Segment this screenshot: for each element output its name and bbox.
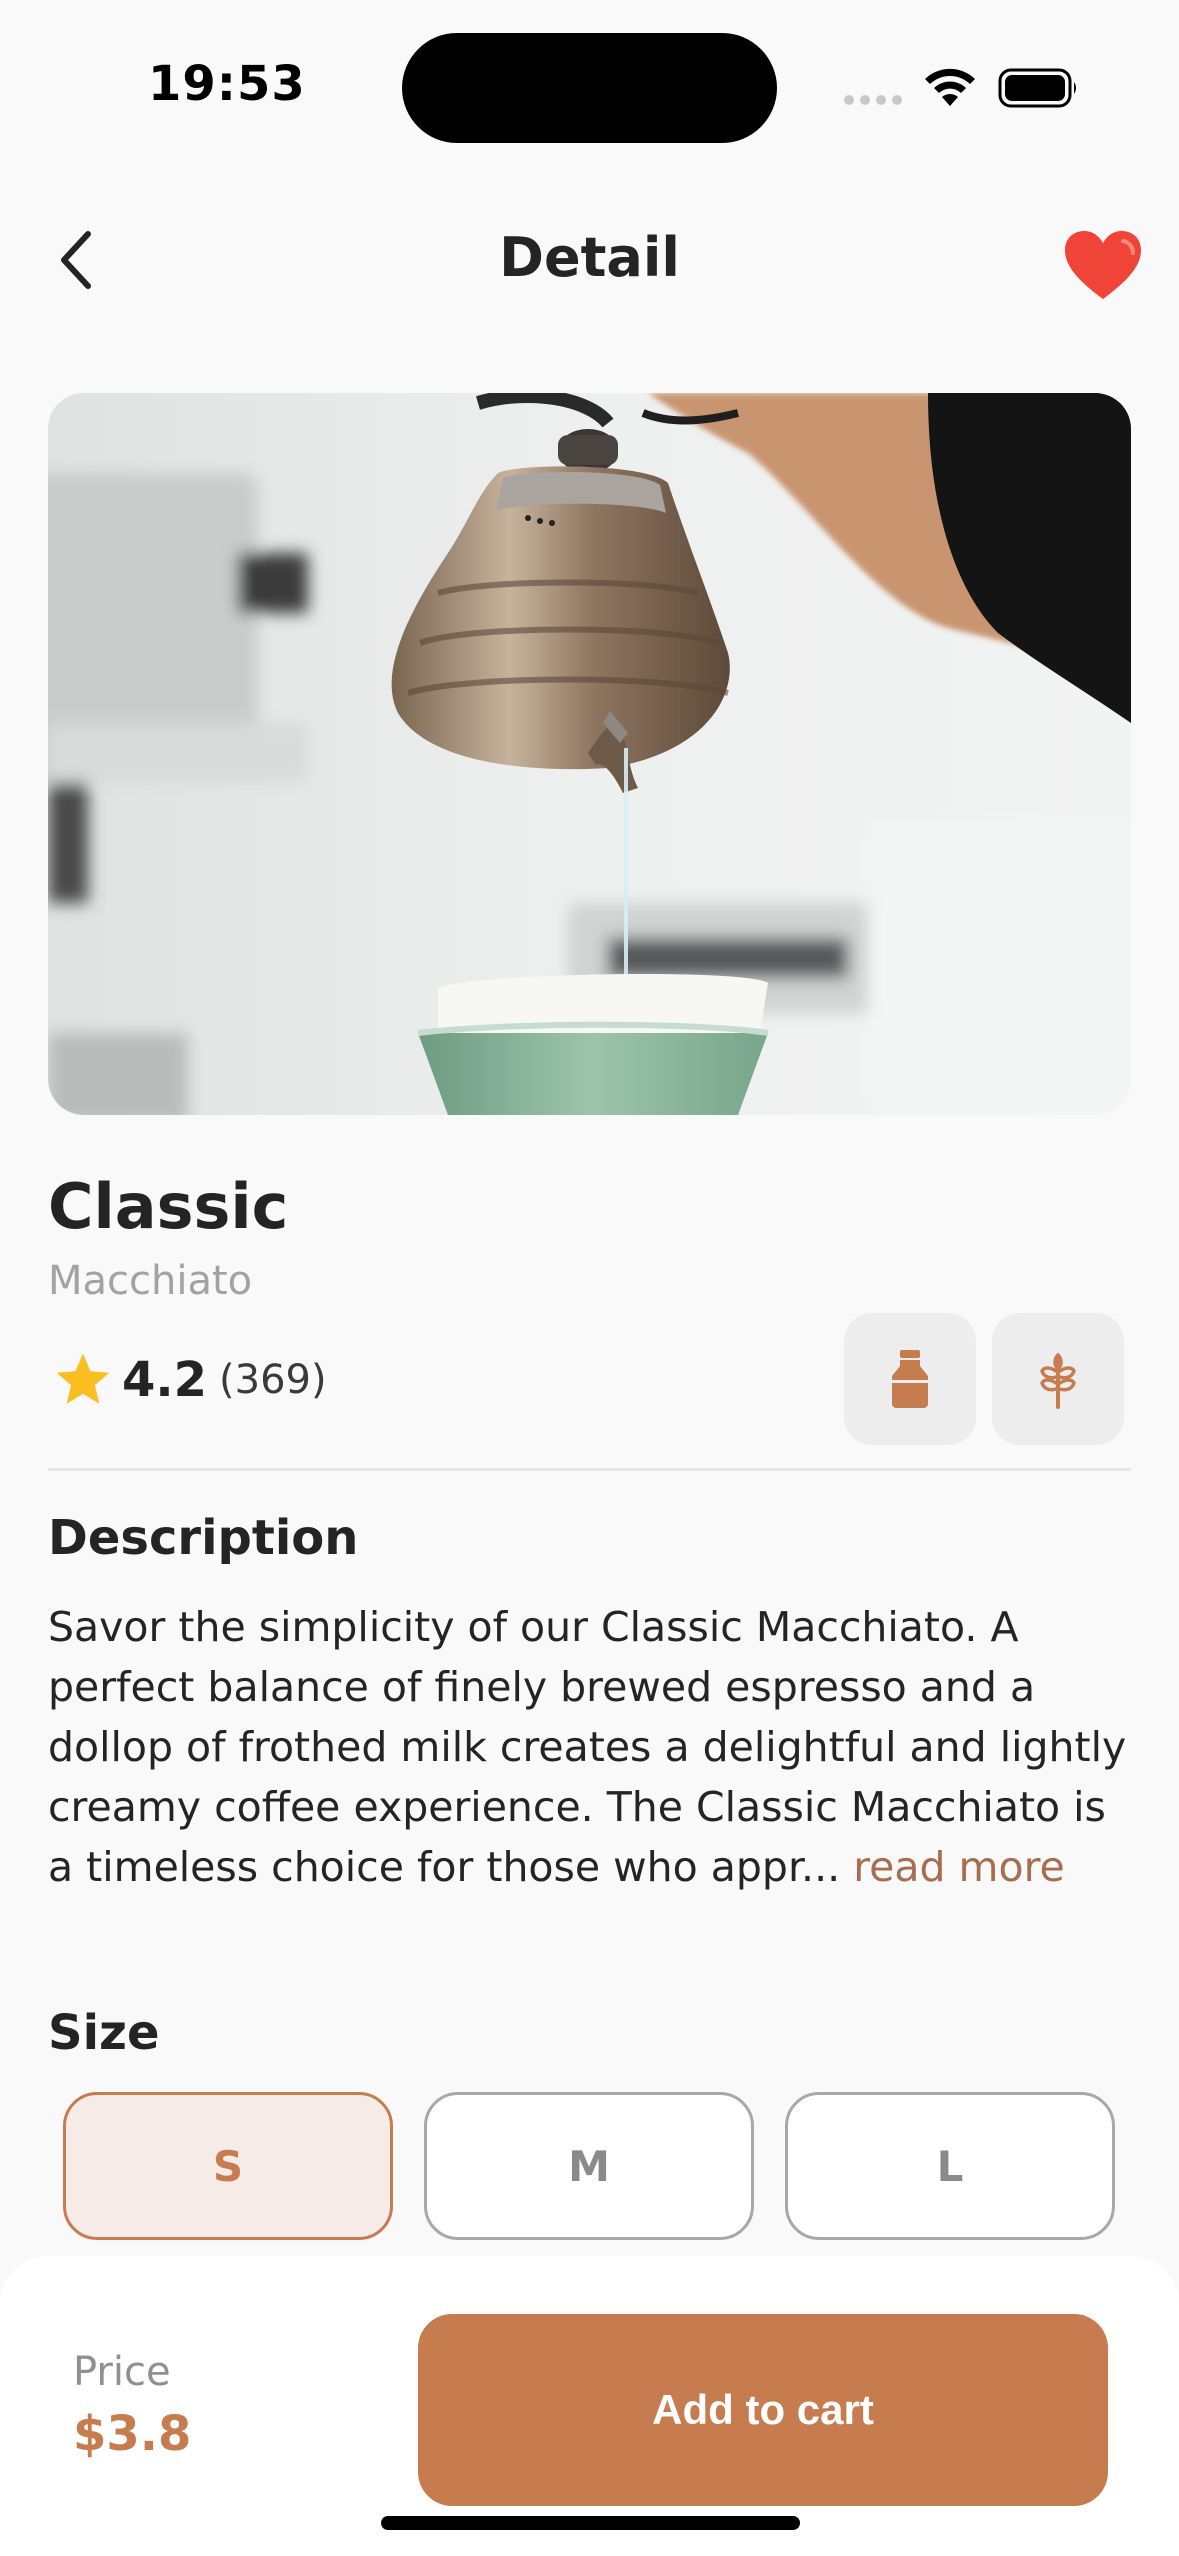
battery-icon (998, 68, 1076, 108)
kettle-pour-photo (48, 393, 1131, 1115)
description-title: Description (48, 1510, 359, 1566)
price-label: Price (73, 2349, 171, 2395)
favorite-button[interactable] (1058, 220, 1148, 310)
rating-count: (369) (219, 1357, 327, 1403)
add-to-cart-button[interactable]: Add to cart (418, 2314, 1108, 2506)
home-indicator (381, 2516, 800, 2530)
wheat-badge (992, 1313, 1124, 1445)
divider (48, 1468, 1131, 1471)
rating-row: 4.2 (369) (52, 1345, 327, 1415)
product-name: Classic (48, 1170, 289, 1243)
size-option-l[interactable]: L (785, 2092, 1115, 2240)
read-more-link[interactable]: read more (853, 1843, 1065, 1891)
dynamic-island (402, 33, 777, 143)
product-subtitle: Macchiato (48, 1258, 253, 1304)
wheat-icon (1040, 1352, 1076, 1409)
wifi-icon (925, 68, 975, 106)
status-time: 19:53 (148, 56, 306, 112)
size-title: Size (48, 2005, 160, 2061)
bottom-bar: Price $3.8 Add to cart (0, 2256, 1179, 2556)
header: Detail (0, 200, 1179, 320)
milk-badge (844, 1313, 976, 1445)
size-option-m[interactable]: M (424, 2092, 754, 2240)
heart-icon (1065, 231, 1141, 299)
product-image (48, 393, 1131, 1115)
status-bar: 19:53 (0, 0, 1179, 175)
price-value: $3.8 (73, 2406, 192, 2462)
page-title: Detail (499, 226, 680, 289)
size-option-s[interactable]: S (63, 2092, 393, 2240)
rating-value: 4.2 (122, 1352, 208, 1408)
cellular-signal-icon (844, 95, 904, 105)
description-text: Savor the simplicity of our Classic Macc… (48, 1597, 1138, 1897)
star-icon (56, 1353, 110, 1404)
milk-bottle-icon (892, 1350, 928, 1408)
